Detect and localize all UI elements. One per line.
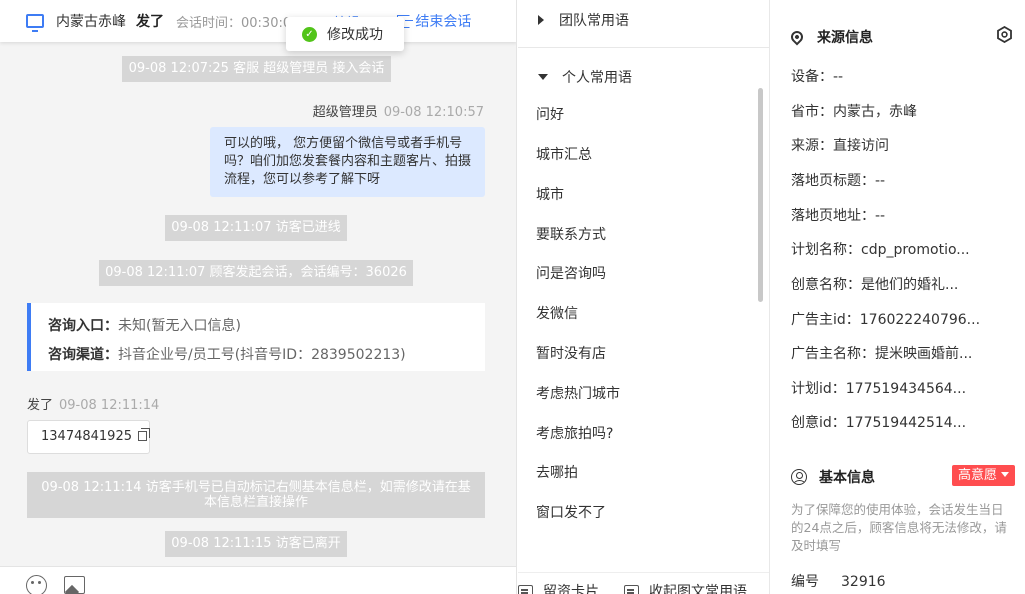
visitor-info-panel: 来源信息 设备：-- 省市：内蒙古，赤峰 来源：直接访问 落地页标题：-- 落地…	[771, 0, 1025, 594]
agent-message-time: 09-08 12:10:57	[383, 105, 484, 120]
phrase-item[interactable]: 窗口发不了	[536, 503, 606, 523]
phrase-item[interactable]: 要联系方式	[536, 225, 606, 245]
personal-phrases-group[interactable]: 个人常用语	[538, 67, 632, 87]
image-icon[interactable]	[64, 576, 85, 594]
consult-channel-label: 咨询渠道：	[48, 347, 118, 363]
phrases-scrollbar[interactable]	[758, 88, 763, 302]
common-phrases-panel: 团队常用语 个人常用语 问好 城市汇总 城市 要联系方式 问是咨询吗 发微信 暂…	[518, 0, 770, 594]
collapse-phrases-label: 收起图文常用语	[649, 584, 747, 594]
session-time: 会话时间：00:30:03	[176, 15, 300, 31]
copy-icon[interactable]	[138, 428, 151, 441]
edit-notice: 为了保障您的使用体验，会话发生当日的24点之后，顾客信息将无法修改，请及时填写	[791, 502, 1007, 553]
chat-header: 内蒙古赤峰 发了 会话时间：00:30:03 编辑 结束会话	[0, 0, 516, 42]
creative-name-row: 创意名称：是他们的婚礼...	[791, 277, 959, 293]
intent-level-label: 高意愿	[958, 468, 998, 483]
phrase-item[interactable]: 去哪拍	[536, 463, 578, 483]
consult-channel-row: 咨询渠道：抖音企业号/员工号(抖音号ID：2839502213)	[48, 341, 485, 370]
basic-info-label: 基本信息	[819, 470, 875, 486]
user-icon	[791, 469, 807, 485]
settings-hex-icon[interactable]	[996, 26, 1013, 43]
advertiser-name-row: 广告主名称：提米映画婚前...	[791, 346, 973, 362]
lead-card-button[interactable]: 留资卡片	[518, 581, 599, 594]
phrase-item[interactable]: 问是咨询吗	[536, 264, 606, 284]
plan-name-row: 计划名称：cdp_promotio...	[791, 242, 970, 258]
phrase-item[interactable]: 城市	[536, 185, 564, 205]
lead-card-label: 留资卡片	[543, 584, 599, 594]
visitor-phone-text: 13474841925	[41, 429, 132, 444]
phrase-item[interactable]: 发微信	[536, 304, 578, 324]
consult-channel-value: 抖音企业号/员工号(抖音号ID：2839502213)	[118, 347, 406, 363]
agent-message-bubble: 可以的哦， 您方便留个微信号或者手机号吗？咱们加您发套餐内容和主题客片、拍摄流程…	[210, 127, 485, 197]
system-message-agent-join: 09-08 12:07:25 客服 超级管理员 接入会话	[122, 56, 391, 82]
advertiser-id-row: 广告主id：176022240796...	[791, 312, 981, 328]
toast-text: 修改成功	[327, 27, 383, 43]
system-message-visitor-left: 09-08 12:11:15 访客已离开	[165, 531, 347, 557]
phrase-item[interactable]: 考虑旅拍吗?	[536, 424, 613, 444]
collapse-phrases-button[interactable]: 收起图文常用语	[624, 581, 747, 594]
source-row: 来源：直接访问	[791, 138, 889, 154]
team-phrases-label: 团队常用语	[559, 13, 629, 29]
landing-title-row: 落地页标题：--	[791, 173, 886, 189]
chat-input-toolbar	[0, 566, 516, 594]
chevron-down-icon	[1001, 472, 1010, 477]
agent-sender: 超级管理员	[312, 105, 378, 120]
phrase-item[interactable]: 城市汇总	[536, 145, 592, 165]
caret-down-icon	[538, 74, 548, 80]
phrases-footer: 留资卡片 收起图文常用语	[518, 572, 769, 594]
visitor-message-bubble: 13474841925	[27, 420, 151, 454]
visitor-message-meta: 发了 09-08 12:11:14	[27, 394, 159, 413]
divider	[518, 47, 769, 48]
province-city-row: 省市：内蒙古，赤峰	[791, 104, 917, 120]
agent-message-meta: 超级管理员 09-08 12:10:57	[313, 101, 484, 120]
number-label: 编号	[791, 574, 819, 590]
phrase-item[interactable]: 考虑热门城市	[536, 384, 620, 404]
card-icon	[518, 585, 533, 594]
source-info-title: 来源信息	[788, 27, 873, 47]
landing-url-row: 落地页地址：--	[791, 208, 886, 224]
visitor-location: 内蒙古赤峰	[56, 14, 126, 30]
team-phrases-group[interactable]: 团队常用语	[538, 10, 629, 30]
location-pin-icon	[788, 28, 806, 46]
consult-info-card: 咨询入口：未知(暂无入口信息) 咨询渠道：抖音企业号/员工号(抖音号ID：283…	[27, 303, 485, 371]
monitor-icon	[26, 14, 44, 32]
source-info-label: 来源信息	[817, 30, 873, 46]
basic-info-title: 基本信息	[791, 467, 875, 487]
system-message-phone-marked: 09-08 12:11:14 访客手机号已自动标记右侧基本信息栏，如需修改请在基…	[27, 472, 485, 518]
personal-phrases-label: 个人常用语	[562, 70, 632, 86]
caret-right-icon	[538, 15, 544, 25]
success-toast: ✓ 修改成功	[286, 17, 404, 51]
end-session-label: 结束会话	[415, 14, 472, 30]
system-message-visitor-enter: 09-08 12:11:07 访客已进线	[165, 215, 347, 241]
visitor-sender: 发了	[27, 398, 54, 413]
system-message-session-start: 09-08 12:11:07 顾客发起会话，会话编号：36026	[99, 260, 413, 286]
emoji-icon[interactable]	[26, 575, 47, 594]
consult-entry-value: 未知(暂无入口信息)	[118, 318, 241, 334]
phrase-item[interactable]: 暂时没有店	[536, 344, 606, 364]
consult-entry-row: 咨询入口：未知(暂无入口信息)	[48, 312, 485, 341]
visitor-message-time: 09-08 12:11:14	[59, 398, 160, 413]
number-row: 编号 32916	[791, 571, 886, 591]
device-row: 设备：--	[791, 69, 844, 85]
phrase-item[interactable]: 问好	[536, 105, 564, 125]
end-session-button[interactable]: 结束会话	[397, 11, 471, 31]
check-circle-icon: ✓	[302, 26, 317, 42]
intent-level-dropdown[interactable]: 高意愿	[952, 465, 1016, 486]
number-value: 32916	[841, 574, 886, 590]
visitor-name: 发了	[136, 14, 164, 30]
consult-entry-label: 咨询入口：	[48, 318, 118, 334]
list-icon	[624, 585, 639, 594]
plan-id-row: 计划id：177519434564...	[791, 381, 967, 397]
creative-id-row: 创意id：177519442514...	[791, 415, 967, 431]
chat-panel: 内蒙古赤峰 发了 会话时间：00:30:03 编辑 结束会话 ✓ 修改成功 09…	[0, 0, 517, 594]
